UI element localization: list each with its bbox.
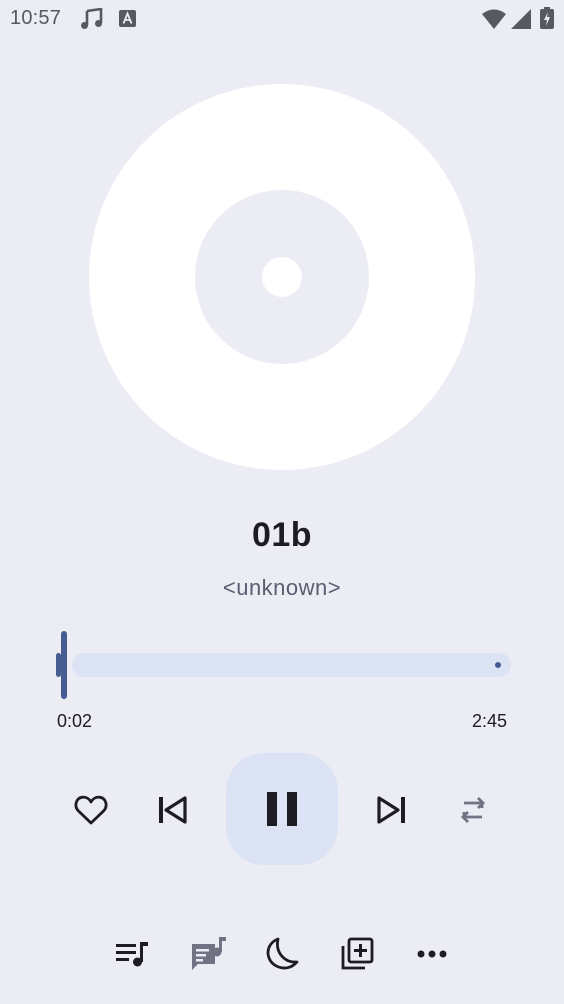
queue-button[interactable] (108, 930, 156, 978)
album-art-disc-icon (89, 84, 475, 470)
total-time: 2:45 (471, 711, 507, 731)
seek-bar[interactable] (56, 630, 514, 700)
next-button[interactable] (366, 785, 416, 835)
lyrics-icon (191, 937, 226, 970)
track-title: 01b (251, 516, 313, 554)
font-a-icon (119, 10, 136, 27)
seek-thumb[interactable] (61, 631, 67, 699)
status-time: 10:57 (10, 7, 62, 29)
elapsed-time: 0:02 (57, 711, 93, 731)
sleep-timer-moon-icon (266, 937, 299, 970)
lyrics-button[interactable] (184, 930, 232, 978)
previous-button[interactable] (148, 785, 198, 835)
skip-next-icon (377, 796, 405, 824)
battery-charging-icon (540, 7, 554, 29)
heart-icon (74, 795, 108, 825)
more-options-button[interactable] (408, 930, 456, 978)
queue-music-icon (116, 942, 148, 967)
more-options-icon (417, 950, 447, 958)
wifi-icon (482, 9, 506, 29)
sleep-timer-button[interactable] (258, 930, 306, 978)
play-pause-button[interactable] (226, 753, 338, 865)
skip-previous-icon (159, 796, 187, 824)
track-artist: <unknown> (222, 575, 342, 600)
seek-end-dot (495, 662, 501, 668)
music-note-icon (81, 8, 103, 29)
seek-track (72, 653, 511, 677)
status-bar: 10:57 (0, 0, 564, 40)
add-to-playlist-icon (341, 937, 374, 970)
favorite-button[interactable] (66, 785, 116, 835)
add-to-playlist-button[interactable] (333, 930, 381, 978)
pause-icon (267, 792, 297, 826)
cell-signal-icon (511, 9, 531, 29)
repeat-button[interactable] (448, 785, 498, 835)
repeat-icon (461, 797, 485, 823)
